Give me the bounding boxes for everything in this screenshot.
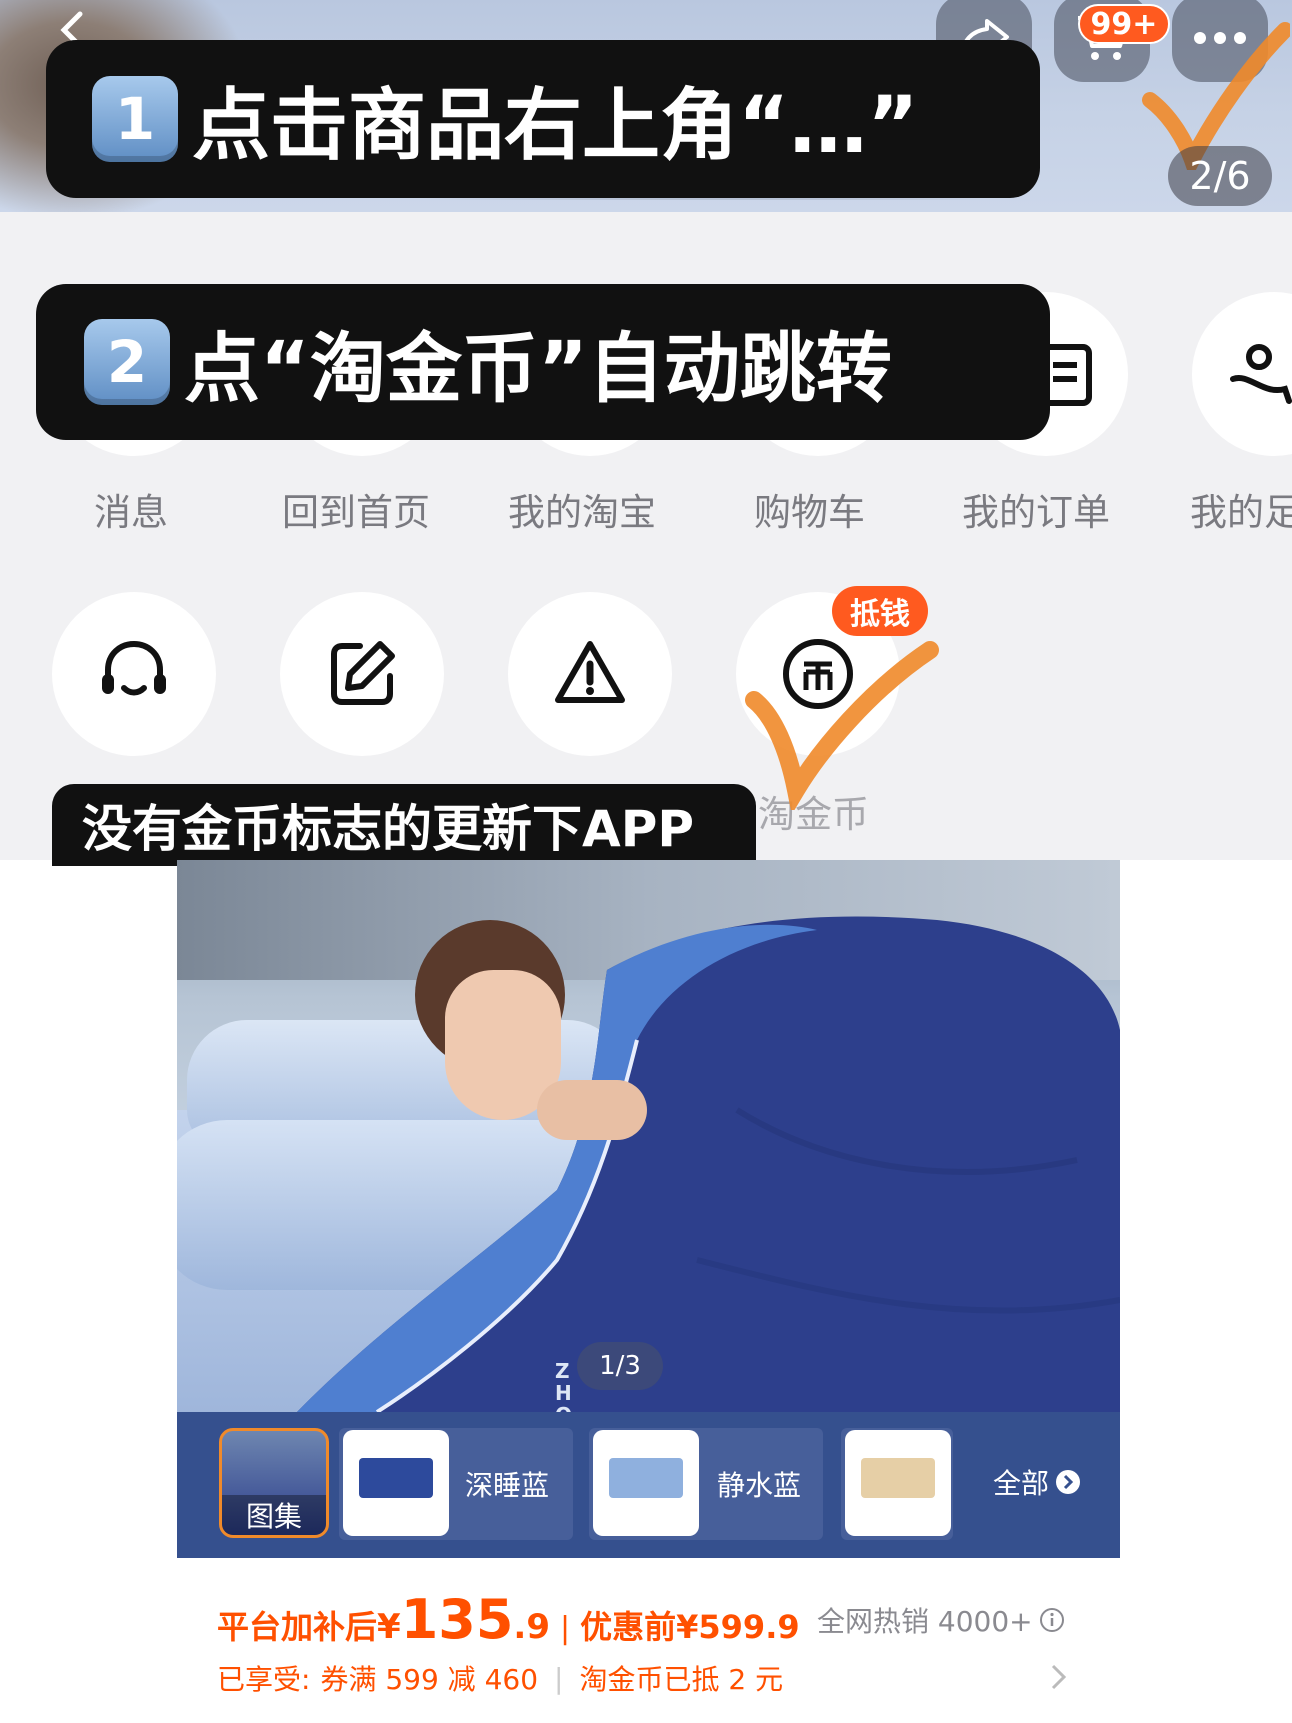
price-integer: 135 xyxy=(400,1588,514,1651)
sku-thumbnail-image xyxy=(593,1430,699,1536)
duvet xyxy=(297,916,1120,1412)
view-all-button[interactable]: 全部 xyxy=(993,1462,1081,1502)
info-icon[interactable] xyxy=(1039,1607,1065,1633)
step-number-badge: 1 xyxy=(92,76,178,162)
sku-thumbnail-image xyxy=(343,1430,449,1536)
promo-divider: | xyxy=(554,1661,564,1695)
report-button[interactable] xyxy=(508,592,672,756)
menu-label-cart[interactable]: 购物车 xyxy=(754,482,865,536)
sku-option-beige[interactable] xyxy=(841,1428,953,1540)
hand xyxy=(537,1080,647,1140)
chevron-right-icon[interactable] xyxy=(1049,1662,1069,1692)
product-main-image[interactable]: ZHOTEL 1/3 xyxy=(177,860,1120,1412)
promo-coin: 淘金币已抵 2 元 xyxy=(579,1663,784,1696)
tip-text: 没有金币标志的更新下APP xyxy=(82,800,694,858)
promo-prefix: 已享受: xyxy=(217,1663,311,1696)
step-number-badge: 2 xyxy=(84,319,170,405)
image-page-indicator: 2/6 xyxy=(1168,146,1272,206)
footprint-icon[interactable] xyxy=(1192,292,1292,456)
original-price-label: 优惠前 xyxy=(580,1608,677,1646)
sku-thumbnail-bar: 图集 深睡蓝 静水蓝 全部 xyxy=(177,1412,1120,1558)
promo-coupon: 券满 599 减 460 xyxy=(320,1663,539,1696)
warning-icon xyxy=(555,641,625,703)
image-counter: 1/3 xyxy=(577,1342,663,1390)
customer-service-button[interactable] xyxy=(52,592,216,756)
sales-info: 全网热销 4000+ xyxy=(817,1600,1065,1640)
menu-label-messages[interactable]: 消息 xyxy=(94,482,168,536)
step2-text: 点“淘金币”自动跳转 xyxy=(184,324,892,413)
currency-symbol: ¥ xyxy=(377,1607,401,1647)
sales-text: 全网热销 4000+ xyxy=(817,1605,1033,1638)
orange-checkmark-icon xyxy=(745,641,939,810)
gallery-thumbnail[interactable]: 图集 xyxy=(219,1428,329,1538)
price-decimal: .9 xyxy=(513,1607,550,1647)
promotion-row[interactable]: 已享受: 券满 599 减 460 | 淘金币已抵 2 元 xyxy=(217,1658,783,1698)
headset-icon xyxy=(102,640,166,696)
tip-callout: 没有金币标志的更新下APP xyxy=(52,784,756,866)
sku-label: 静水蓝 xyxy=(717,1469,802,1502)
feedback-button[interactable] xyxy=(280,592,444,756)
step1-callout: 1 点击商品右上角“…” xyxy=(46,40,1040,198)
sku-option-deep-blue[interactable]: 深睡蓝 xyxy=(339,1428,573,1540)
sku-label: 深睡蓝 xyxy=(465,1469,550,1502)
brand-watermark: ZHOTEL xyxy=(555,1359,572,1412)
menu-label-my-taobao[interactable]: 我的淘宝 xyxy=(508,482,656,536)
price-divider: | xyxy=(560,1611,571,1646)
view-all-label: 全部 xyxy=(993,1467,1050,1500)
chevron-right-circle-icon xyxy=(1056,1470,1081,1494)
step1-text: 点击商品右上角“…” xyxy=(192,81,919,171)
menu-label-home[interactable]: 回到首页 xyxy=(282,482,430,536)
coin-discount-badge: 抵钱 xyxy=(832,586,928,636)
price-prefix: 平台加补后 xyxy=(217,1608,378,1646)
menu-label-orders[interactable]: 我的订单 xyxy=(962,482,1110,536)
thumbnail-label: 图集 xyxy=(222,1495,326,1535)
price-row: 平台加补后 ¥ 135 .9 | 优惠前 ¥599.9 xyxy=(217,1588,800,1651)
edit-icon xyxy=(331,641,395,705)
price-info-section: 平台加补后 ¥ 135 .9 | 优惠前 ¥599.9 全网热销 4000+ 已… xyxy=(177,1558,1120,1723)
original-price: ¥599.9 xyxy=(676,1608,800,1646)
sku-option-calm-blue[interactable]: 静水蓝 xyxy=(589,1428,823,1540)
menu-label-footprints[interactable]: 我的足 xyxy=(1190,482,1292,536)
sku-thumbnail-image xyxy=(845,1430,951,1536)
step2-callout: 2 点“淘金币”自动跳转 xyxy=(36,284,1050,440)
